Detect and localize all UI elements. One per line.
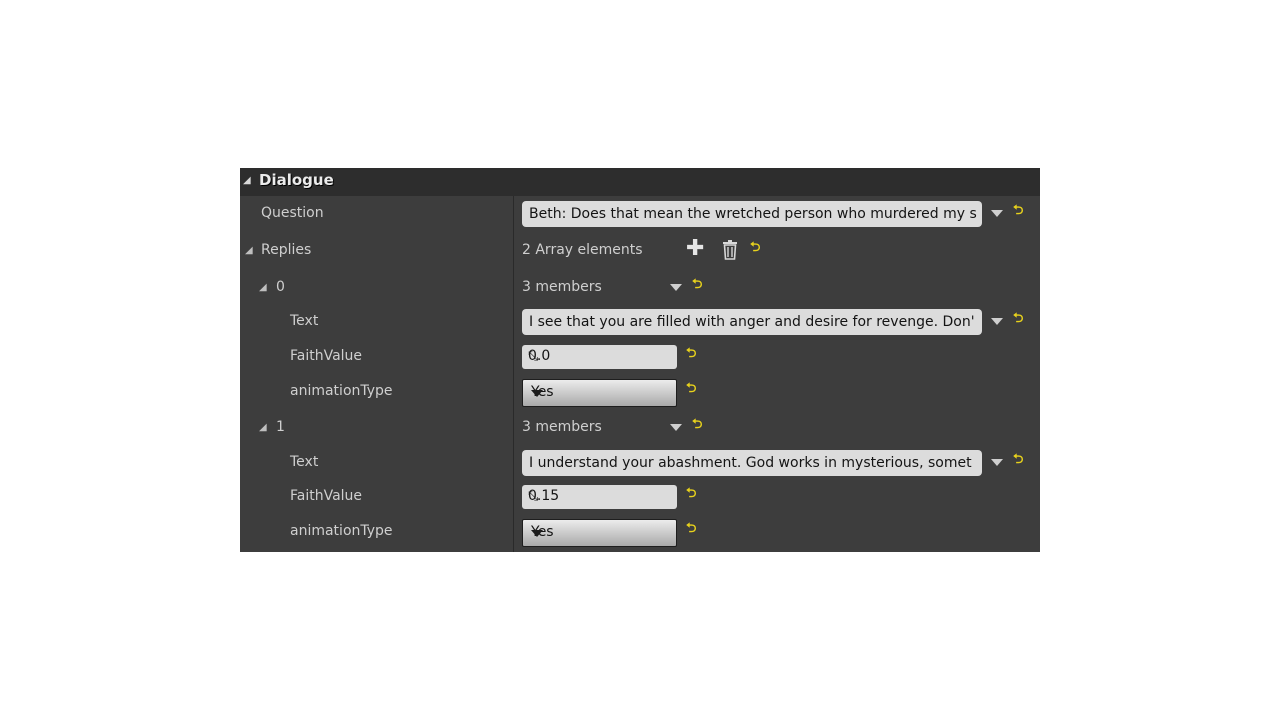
faith-label: FaithValue xyxy=(290,488,363,504)
text-row: Text I see that you are filled with ange… xyxy=(240,305,1040,339)
question-text-value: Beth: Does that mean the wretched person… xyxy=(529,206,977,222)
faith-row: FaithValue 0.15 ⤡ ⮌ xyxy=(240,480,1040,514)
details-panel: ◢ Dialogue Question Beth: Does that mean… xyxy=(240,168,1040,552)
text-row: Text I understand your abashment. God wo… xyxy=(240,446,1040,480)
add-element-icon[interactable]: ✚ xyxy=(686,238,704,260)
animation-row: animationType Yes ⮌ xyxy=(240,375,1040,409)
text-label: Text xyxy=(290,313,319,329)
array-count: 2 Array elements xyxy=(522,242,643,258)
question-label: Question xyxy=(261,205,324,221)
element-index: 0 xyxy=(276,279,285,295)
chevron-down-icon[interactable] xyxy=(991,210,1003,217)
animation-row: animationType Yes ⮌ xyxy=(240,515,1040,549)
chevron-down-icon[interactable] xyxy=(991,318,1003,325)
reply-text-value: I understand your abashment. God works i… xyxy=(529,455,972,471)
category-title: Dialogue xyxy=(259,171,334,189)
reply-text-value: I see that you are filled with anger and… xyxy=(529,314,975,330)
array-element-row: ◢ 0 3 members ⮌ xyxy=(240,271,1040,305)
faith-value-field[interactable]: 0.15 ⤡ xyxy=(522,485,677,509)
question-text-field[interactable]: Beth: Does that mean the wretched person… xyxy=(522,201,982,227)
collapse-triangle-icon[interactable]: ◢ xyxy=(243,175,251,186)
faith-label: FaithValue xyxy=(290,348,363,364)
faith-row: FaithValue 0.0 ⤡ ⮌ xyxy=(240,340,1040,374)
reset-to-default-icon[interactable]: ⮌ xyxy=(1013,204,1023,217)
reset-to-default-icon[interactable]: ⮌ xyxy=(686,347,696,360)
reply-text-field[interactable]: I understand your abashment. God works i… xyxy=(522,450,982,476)
animation-type-dropdown[interactable]: Yes xyxy=(522,379,677,407)
category-header[interactable]: ◢ Dialogue xyxy=(240,168,1040,196)
chevron-down-icon[interactable] xyxy=(991,459,1003,466)
faith-value-field[interactable]: 0.0 ⤡ xyxy=(522,345,677,369)
reset-to-default-icon[interactable]: ⮌ xyxy=(692,418,702,431)
collapse-triangle-icon[interactable]: ◢ xyxy=(259,422,267,433)
reset-to-default-icon[interactable]: ⮌ xyxy=(692,278,702,291)
reset-to-default-icon[interactable]: ⮌ xyxy=(686,522,696,535)
chevron-down-icon[interactable] xyxy=(670,424,682,431)
reset-to-default-icon[interactable]: ⮌ xyxy=(1013,453,1023,466)
collapse-triangle-icon[interactable]: ◢ xyxy=(259,282,267,293)
reset-to-default-icon[interactable]: ⮌ xyxy=(686,382,696,395)
chevron-down-icon[interactable] xyxy=(670,284,682,291)
text-label: Text xyxy=(290,454,319,470)
chevron-down-icon xyxy=(531,530,543,537)
array-element-row: ◢ 1 3 members ⮌ xyxy=(240,411,1040,445)
replies-label: Replies xyxy=(261,242,312,258)
trash-icon[interactable] xyxy=(722,240,738,260)
replies-row: ◢ Replies 2 Array elements ✚ ⮌ xyxy=(240,234,1040,268)
collapse-triangle-icon[interactable]: ◢ xyxy=(245,245,253,256)
reset-to-default-icon[interactable]: ⮌ xyxy=(686,487,696,500)
resize-arrows-icon[interactable]: ⤡ xyxy=(528,349,671,364)
animation-label: animationType xyxy=(290,523,393,539)
element-index: 1 xyxy=(276,419,285,435)
members-count: 3 members xyxy=(522,279,602,295)
animation-type-dropdown[interactable]: Yes xyxy=(522,519,677,547)
reset-to-default-icon[interactable]: ⮌ xyxy=(1013,312,1023,325)
reset-to-default-icon[interactable]: ⮌ xyxy=(750,241,760,254)
resize-arrows-icon[interactable]: ⤡ xyxy=(528,489,671,504)
question-row: Question Beth: Does that mean the wretch… xyxy=(240,197,1040,231)
reply-text-field[interactable]: I see that you are filled with anger and… xyxy=(522,309,982,335)
chevron-down-icon xyxy=(531,390,543,397)
animation-label: animationType xyxy=(290,383,393,399)
members-count: 3 members xyxy=(522,419,602,435)
